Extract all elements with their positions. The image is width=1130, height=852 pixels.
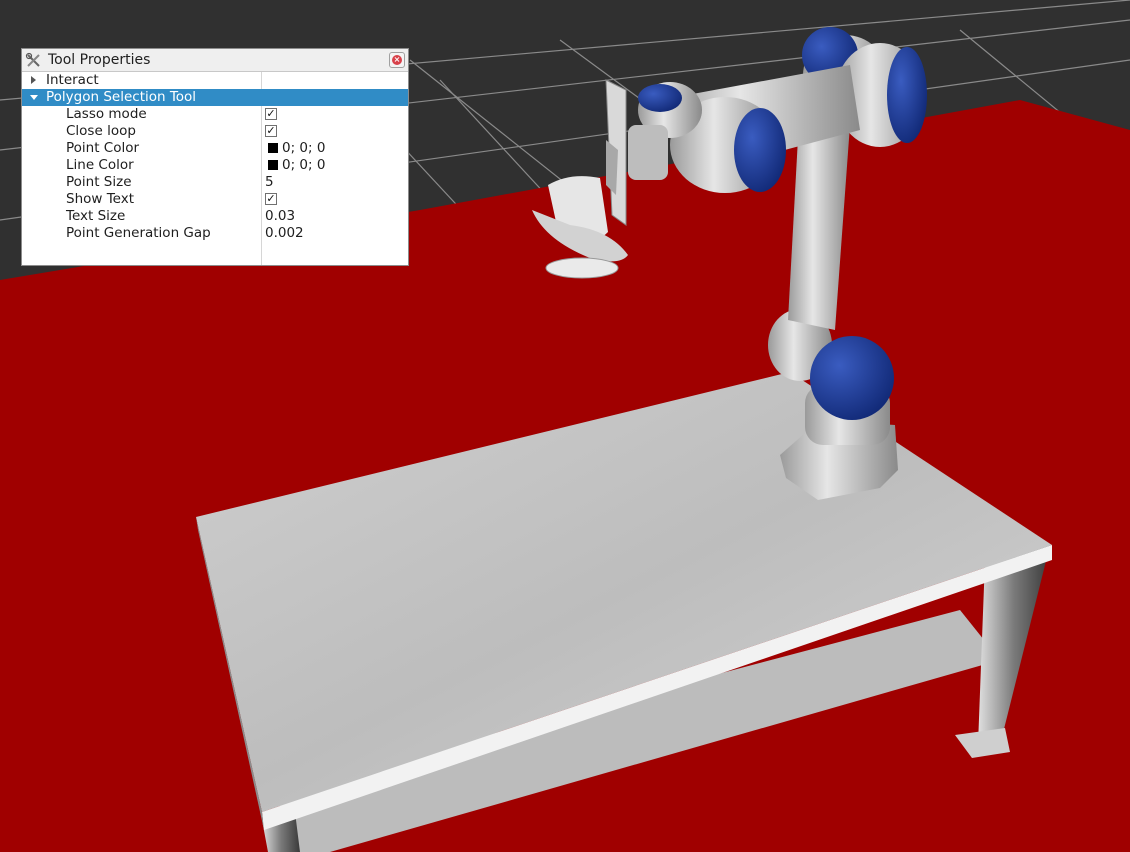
robot-joint-2 xyxy=(810,336,894,420)
lasso-mode-checkbox[interactable]: ✓ xyxy=(265,108,277,120)
line-color-swatch[interactable] xyxy=(268,160,278,170)
property-show-text[interactable]: Show Text ✓ xyxy=(22,191,408,208)
property-point-color[interactable]: Point Color 0; 0; 0 xyxy=(22,140,408,157)
robot-flange xyxy=(628,125,668,180)
tools-icon xyxy=(25,52,40,67)
robot-joint-5 xyxy=(734,108,786,192)
property-text-size[interactable]: Text Size 0.03 xyxy=(22,208,408,225)
expand-arrow-icon[interactable] xyxy=(31,76,36,84)
property-line-color[interactable]: Line Color 0; 0; 0 xyxy=(22,157,408,174)
point-generation-gap-value[interactable]: 0.002 xyxy=(265,225,304,242)
workpiece-base xyxy=(545,257,619,279)
close-button[interactable]: × xyxy=(389,52,405,68)
property-tree: Interact Polygon Selection Tool Lasso mo… xyxy=(22,72,408,265)
show-text-checkbox[interactable]: ✓ xyxy=(265,193,277,205)
tool-properties-panel: Tool Properties × Interact Polygon Selec… xyxy=(21,48,409,266)
robot-joint-4 xyxy=(887,47,927,143)
text-size-value[interactable]: 0.03 xyxy=(265,208,295,225)
panel-title-bar[interactable]: Tool Properties × xyxy=(22,49,408,72)
property-close-loop[interactable]: Close loop ✓ xyxy=(22,123,408,140)
close-loop-checkbox[interactable]: ✓ xyxy=(265,125,277,137)
close-icon: × xyxy=(392,55,402,65)
line-color-value[interactable]: 0; 0; 0 xyxy=(282,157,325,174)
property-point-size[interactable]: Point Size 5 xyxy=(22,174,408,191)
point-size-value[interactable]: 5 xyxy=(265,174,274,191)
point-color-value[interactable]: 0; 0; 0 xyxy=(282,140,325,157)
tree-item-polygon-selection-tool[interactable]: Polygon Selection Tool xyxy=(22,89,408,106)
panel-title: Tool Properties xyxy=(48,52,151,68)
tree-item-interact[interactable]: Interact xyxy=(22,72,408,89)
property-point-generation-gap[interactable]: Point Generation Gap 0.002 xyxy=(22,225,408,242)
point-color-swatch[interactable] xyxy=(268,143,278,153)
collapse-arrow-icon[interactable] xyxy=(30,95,38,100)
property-lasso-mode[interactable]: Lasso mode ✓ xyxy=(22,106,408,123)
